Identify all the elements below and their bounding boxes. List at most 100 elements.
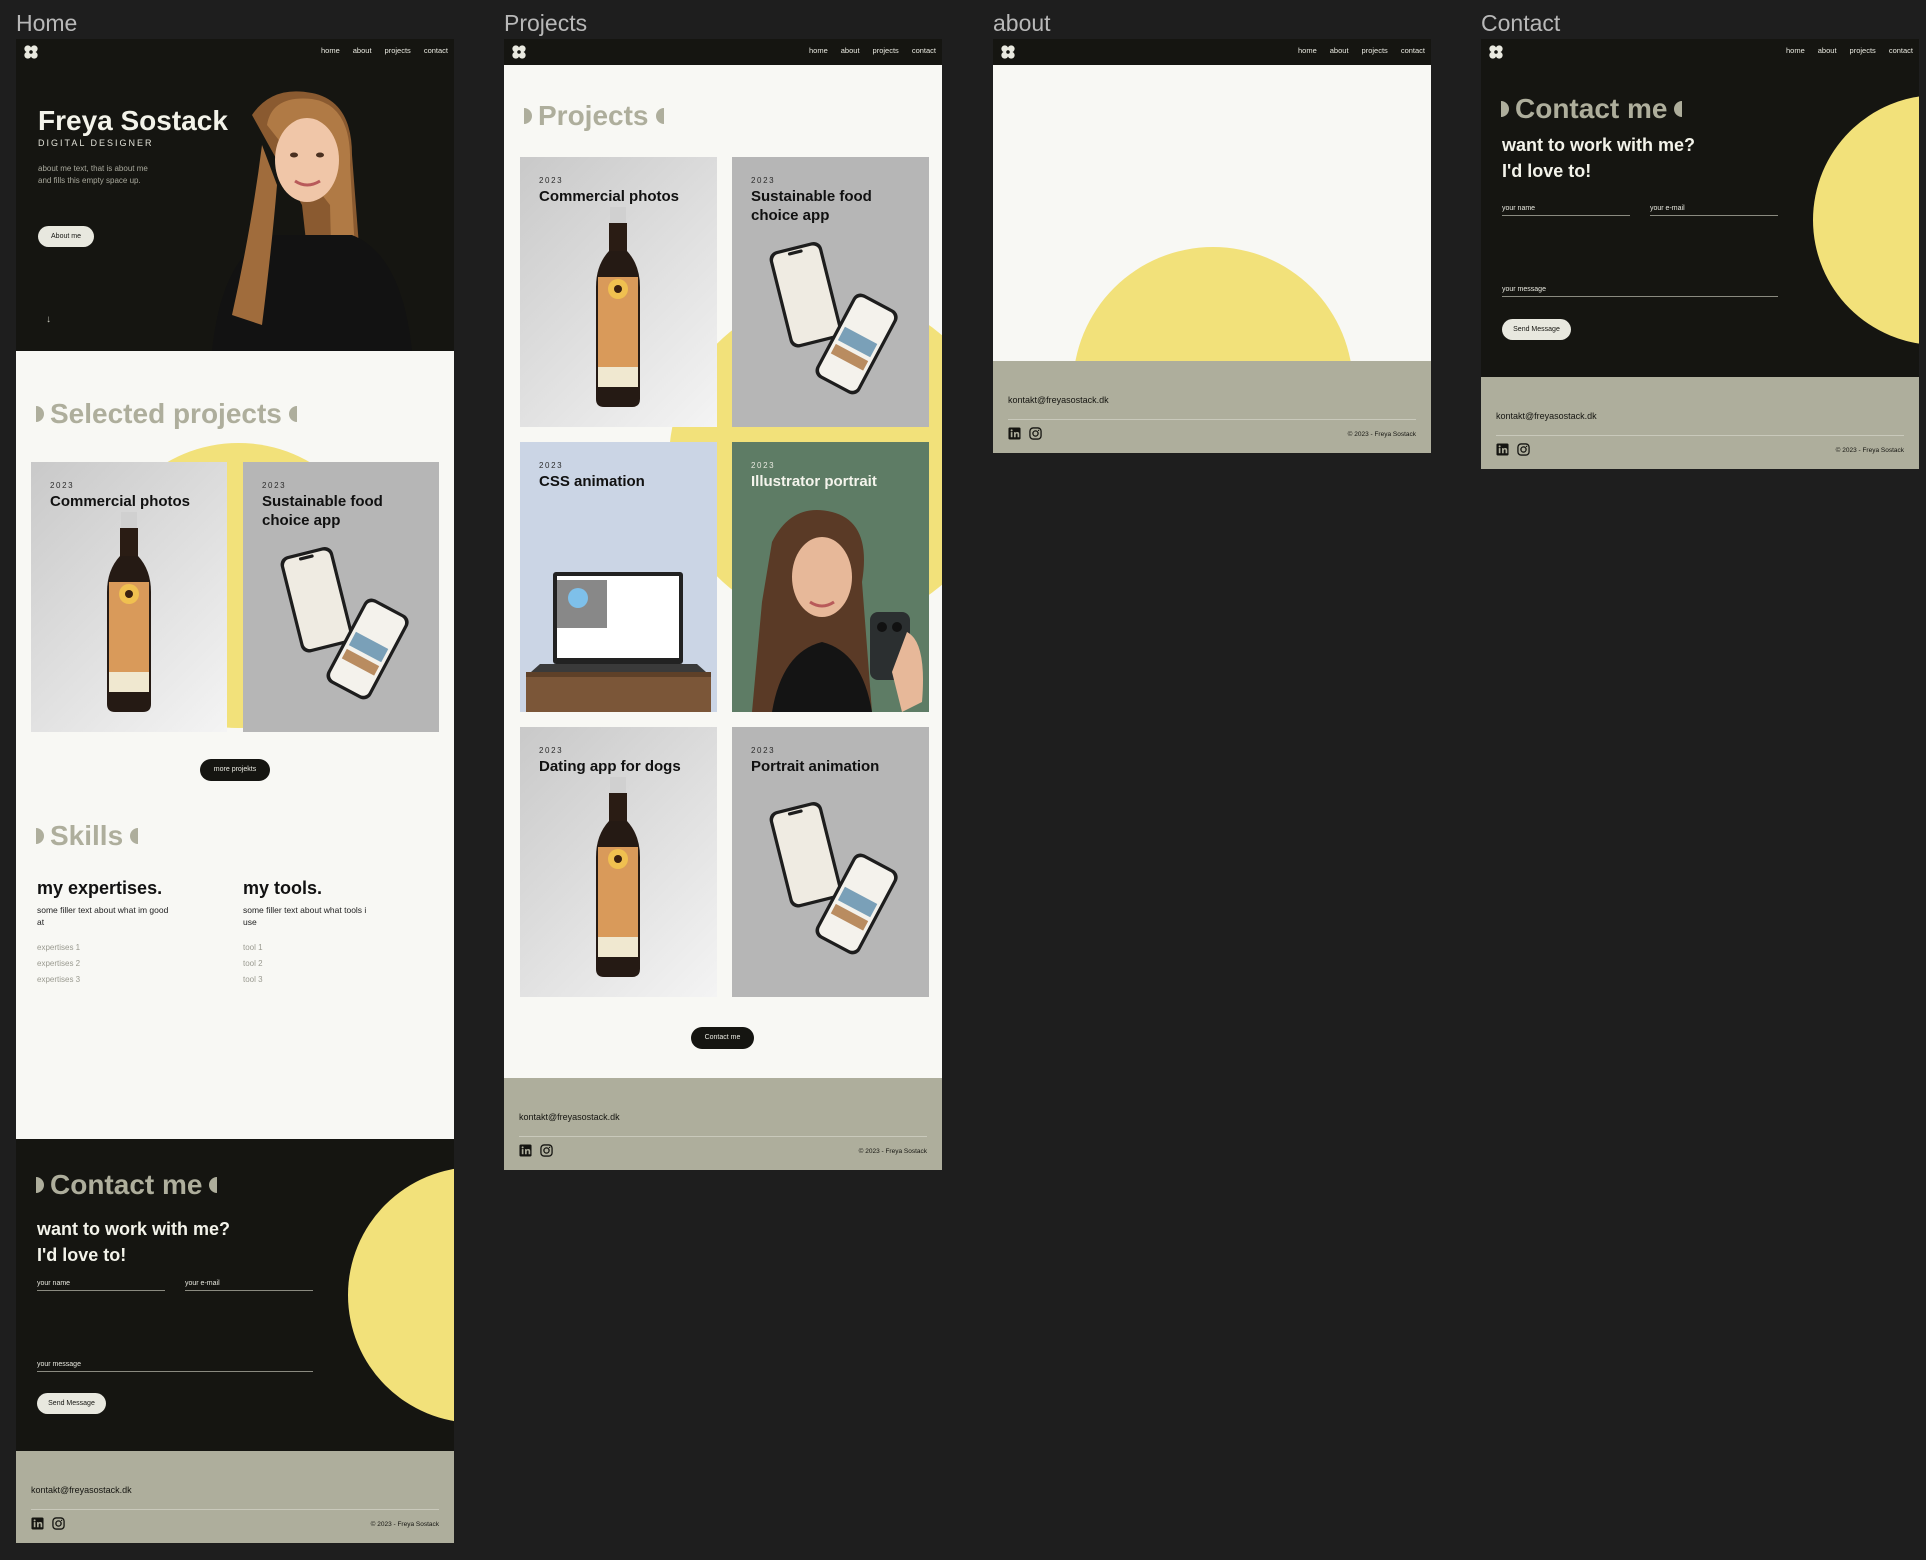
linkedin-icon[interactable] (519, 1144, 532, 1157)
message-field[interactable]: your message (37, 1361, 313, 1372)
half-circle-right-icon (288, 406, 297, 422)
send-message-button[interactable]: Send Message (37, 1393, 106, 1414)
nav-about[interactable]: about (1818, 46, 1837, 55)
project-card-dating[interactable]: 2023 Dating app for dogs (520, 727, 717, 997)
logo-icon[interactable] (511, 44, 527, 60)
logo-icon[interactable] (1488, 44, 1504, 60)
half-circle-right-icon (1674, 101, 1683, 117)
projects-heading: Projects (524, 100, 664, 132)
card-year: 2023 (262, 481, 287, 490)
card-year: 2023 (539, 461, 564, 470)
nav-projects[interactable]: projects (1362, 46, 1388, 55)
half-circle-left-icon (36, 828, 44, 844)
footer: kontakt@freyasostack.dk © 2023 - Freya S… (16, 1451, 454, 1543)
contact-line-2: I'd love to! (37, 1245, 127, 1265)
skills-heading: Skills (36, 820, 139, 852)
frame-label-home: Home (16, 10, 78, 36)
footer-divider (31, 1509, 439, 1510)
nav-home[interactable]: home (1786, 46, 1805, 55)
project-card-food-app[interactable]: 2023 Sustainable food choice app (732, 157, 929, 427)
tool-item: tool 3 (243, 975, 263, 984)
nav-contact[interactable]: contact (1401, 46, 1425, 55)
logo-icon[interactable] (23, 44, 39, 60)
nav-contact[interactable]: contact (1889, 46, 1913, 55)
contact-me-button[interactable]: Contact me (691, 1027, 754, 1049)
scroll-down-icon[interactable]: ↓ (46, 314, 51, 325)
half-circle-left-icon (1501, 101, 1509, 117)
portrait-photo (212, 85, 412, 351)
expertise-item: expertises 2 (37, 959, 81, 968)
linkedin-icon[interactable] (31, 1517, 44, 1530)
nav-projects[interactable]: projects (873, 46, 899, 55)
footer-email-link[interactable]: kontakt@freyasostack.dk (519, 1112, 620, 1122)
yellow-circle-decor (1073, 247, 1353, 361)
phones-mockup-image (762, 797, 902, 962)
nav-about[interactable]: about (353, 46, 372, 55)
illustrated-portrait-image (752, 510, 923, 712)
nav-home[interactable]: home (809, 46, 828, 55)
footer-email-link[interactable]: kontakt@freyasostack.dk (31, 1485, 132, 1495)
card-title: CSS animation (539, 473, 645, 490)
projects-frame: home about projects contact Projects 202… (504, 39, 942, 1170)
tools-text-2: use (243, 917, 257, 927)
project-card-portrait-anim[interactable]: 2023 Portrait animation (732, 727, 929, 997)
navbar: home about projects contact (993, 39, 1431, 65)
instagram-icon[interactable] (1517, 443, 1530, 456)
expertise-item: expertises 3 (37, 975, 81, 984)
footer-email-link[interactable]: kontakt@freyasostack.dk (1008, 395, 1109, 405)
project-card-food-app[interactable]: 2023 Sustainable food choice app (243, 462, 439, 732)
name-field[interactable]: your name (37, 1280, 165, 1291)
instagram-icon[interactable] (540, 1144, 553, 1157)
contact-line-1: want to work with me? (1502, 135, 1696, 155)
about-me-button[interactable]: About me (38, 226, 94, 247)
footer-copyright: © 2023 - Freya Sostack (1835, 447, 1904, 454)
project-card-css[interactable]: 2023 CSS animation (520, 442, 717, 712)
yellow-circle-decor (1813, 95, 1919, 345)
send-message-button[interactable]: Send Message (1502, 319, 1571, 340)
nav-contact[interactable]: contact (912, 46, 936, 55)
card-title: Commercial photos (539, 188, 680, 205)
instagram-icon[interactable] (52, 1517, 65, 1530)
card-year: 2023 (751, 176, 776, 185)
hero-text-1: about me text, that is about me (38, 164, 148, 173)
card-title: Dating app for dogs (539, 758, 681, 775)
half-circle-right-icon (209, 1177, 218, 1193)
footer-copyright: © 2023 - Freya Sostack (858, 1148, 927, 1155)
card-title: Sustainable food choice app (262, 493, 383, 529)
email-field[interactable]: your e-mail (185, 1280, 313, 1291)
navbar: home about projects contact (16, 39, 454, 65)
card-year: 2023 (539, 746, 564, 755)
contact-heading: Contact me (36, 1169, 218, 1201)
name-field[interactable]: your name (1502, 205, 1630, 216)
more-projects-button[interactable]: more projekts (200, 759, 270, 781)
hero-section: Freya Sostack DIGITAL DESIGNER about me … (16, 65, 454, 351)
nav-projects[interactable]: projects (1850, 46, 1876, 55)
nav-contact[interactable]: contact (424, 46, 448, 55)
nav-projects[interactable]: projects (385, 46, 411, 55)
about-section (993, 65, 1431, 361)
phones-mockup-image (762, 237, 902, 402)
nav-home[interactable]: home (321, 46, 340, 55)
email-field[interactable]: your e-mail (1650, 205, 1778, 216)
instagram-icon[interactable] (1029, 427, 1042, 440)
project-card-illustrator[interactable]: 2023 Illustrator portrait (732, 442, 929, 712)
selected-projects-section: Selected projects 2023 Commercial photos… (16, 351, 454, 1139)
expertise-text-2: at (37, 917, 45, 927)
linkedin-icon[interactable] (1496, 443, 1509, 456)
card-title: Illustrator portrait (751, 473, 877, 490)
message-field[interactable]: your message (1502, 286, 1778, 297)
footer-email-link[interactable]: kontakt@freyasostack.dk (1496, 411, 1597, 421)
logo-icon[interactable] (1000, 44, 1016, 60)
card-year: 2023 (751, 746, 776, 755)
project-card-commercial[interactable]: 2023 Commercial photos (520, 157, 717, 427)
contact-frame: home about projects contact Contact me w… (1481, 39, 1919, 469)
footer: kontakt@freyasostack.dk © 2023 - Freya S… (1481, 377, 1919, 469)
project-card-commercial[interactable]: 2023 Commercial photos (31, 462, 227, 732)
linkedin-icon[interactable] (1008, 427, 1021, 440)
nav-about[interactable]: about (1330, 46, 1349, 55)
half-circle-left-icon (36, 406, 44, 422)
nav-about[interactable]: about (841, 46, 860, 55)
skills-title: Skills (50, 820, 124, 851)
card-year: 2023 (751, 461, 776, 470)
nav-home[interactable]: home (1298, 46, 1317, 55)
